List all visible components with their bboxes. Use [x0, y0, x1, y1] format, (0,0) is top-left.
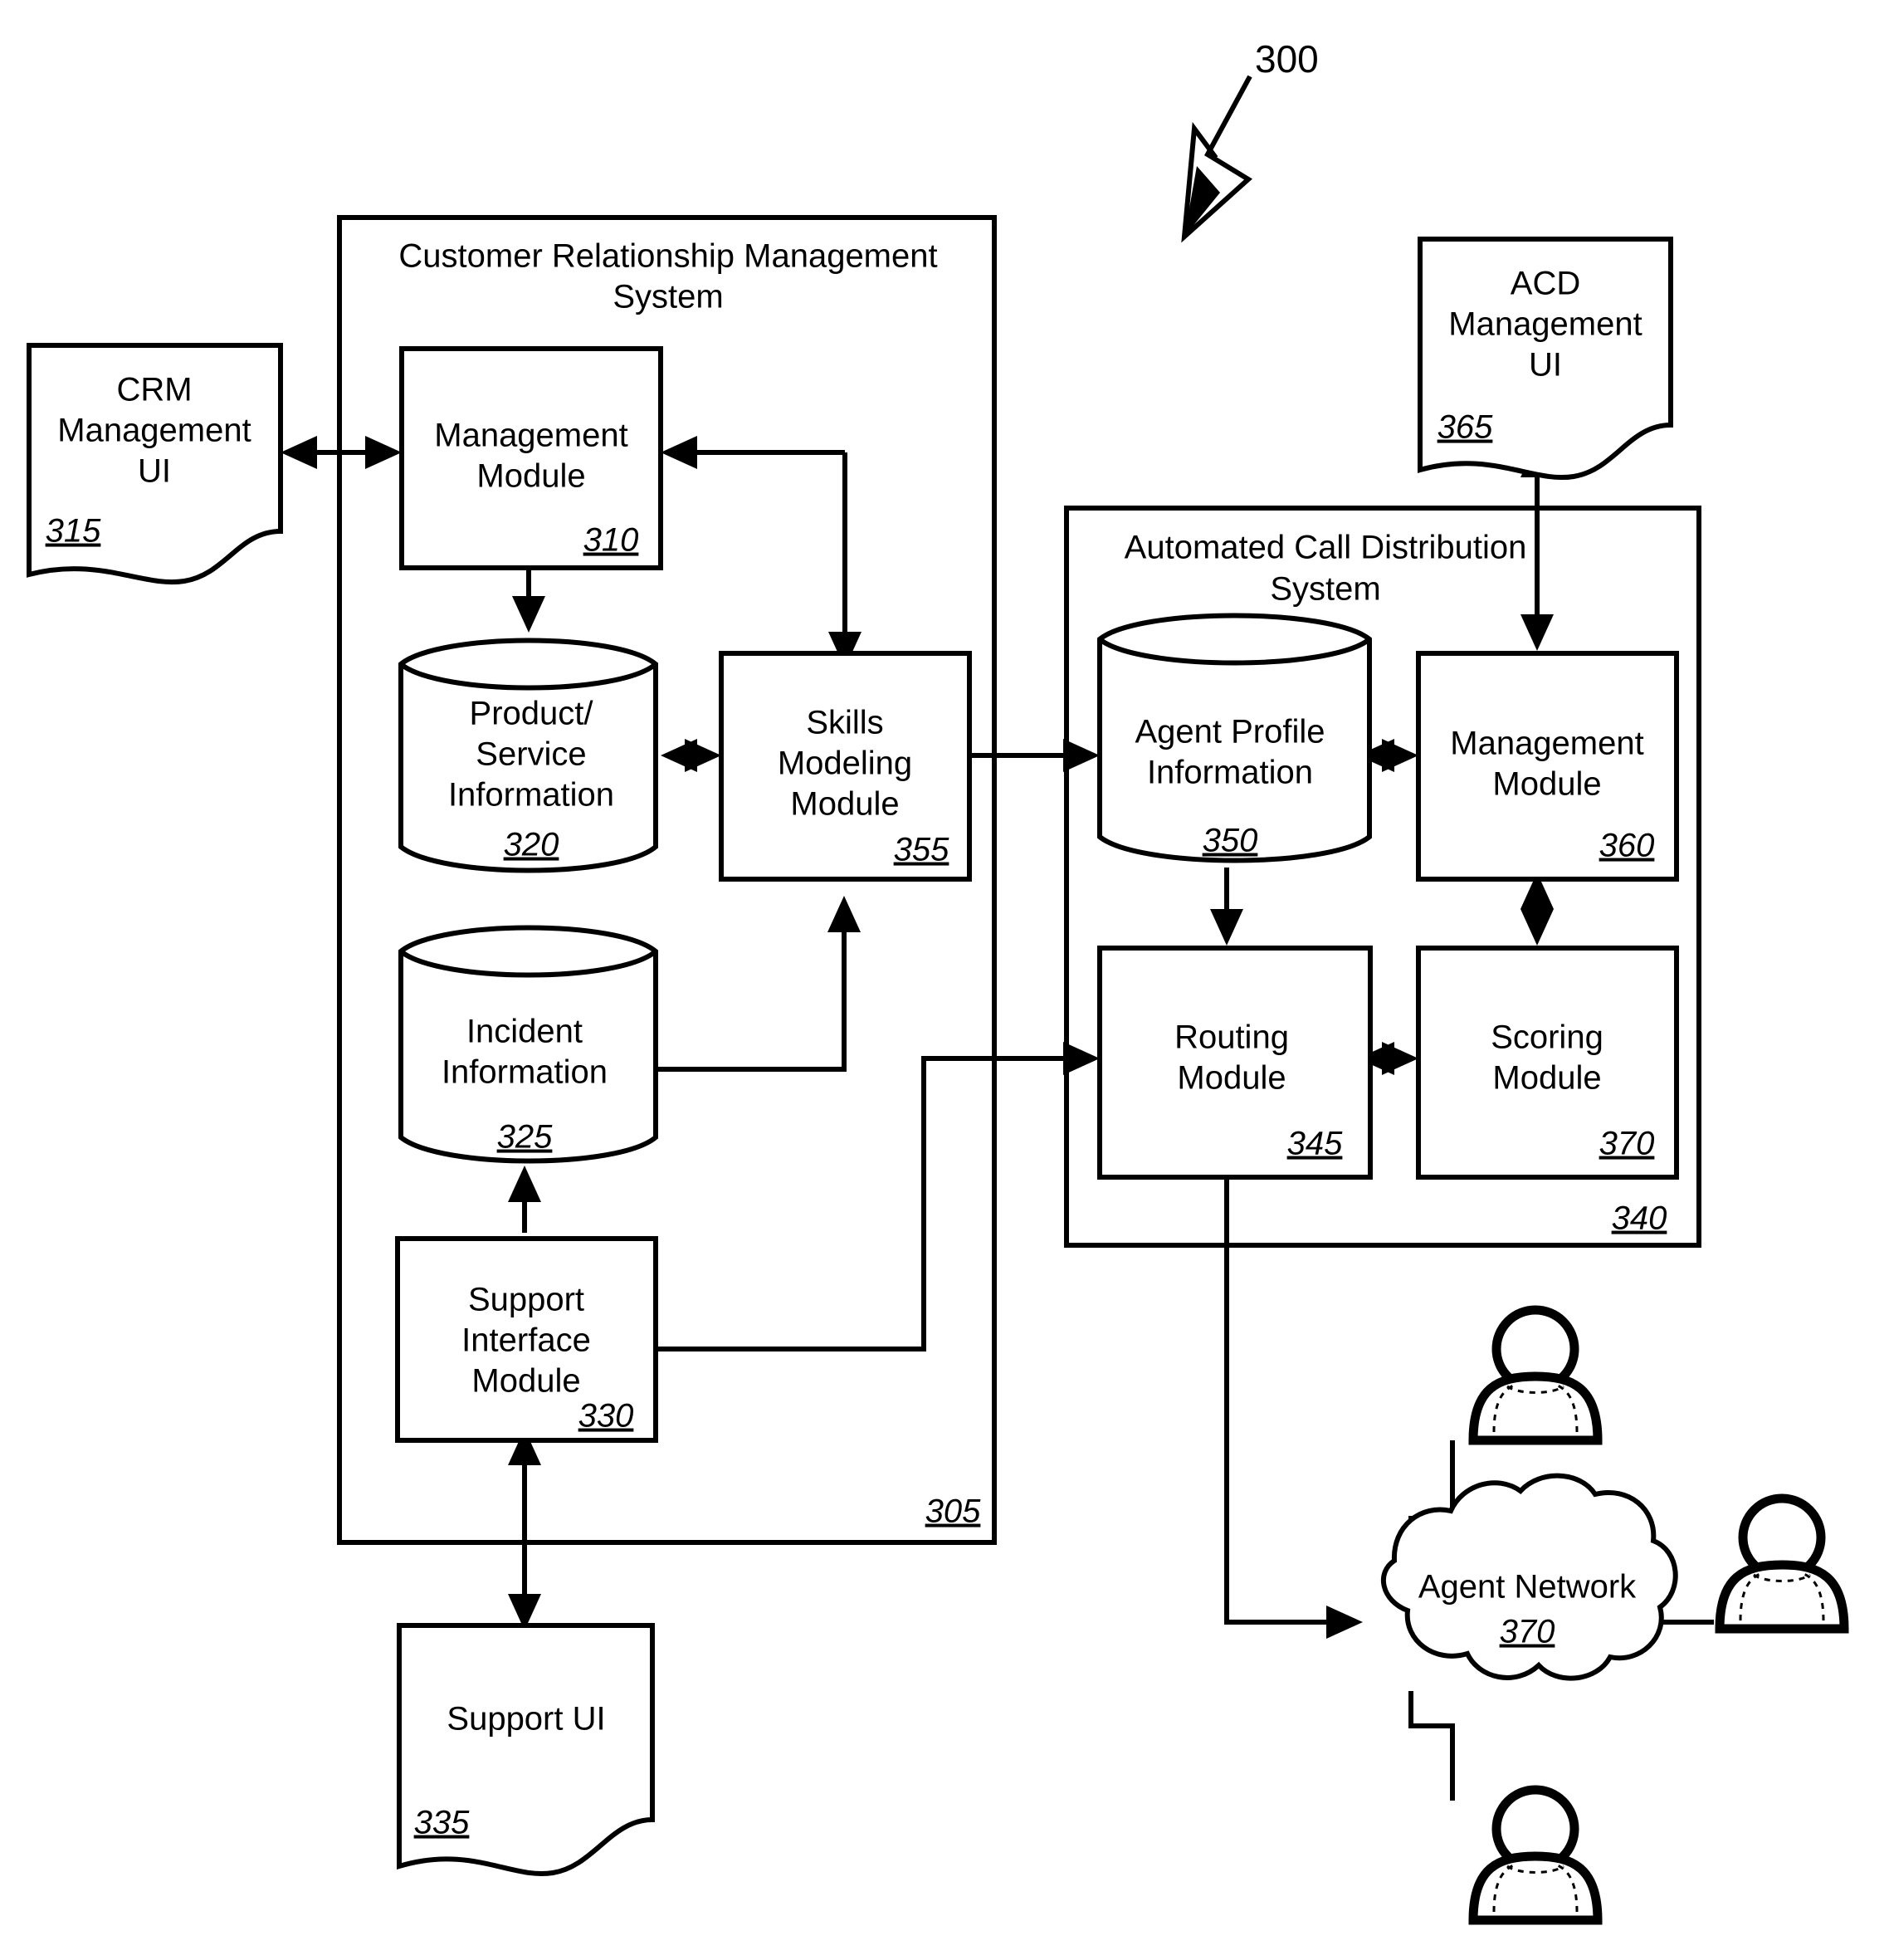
management-module-310-line2: Module — [476, 458, 585, 495]
figure-number-text: 300 — [1255, 37, 1319, 81]
scoring-module-ref: 370 — [1599, 1126, 1655, 1162]
node-scoring-module[interactable]: Scoring Module 370 — [1416, 946, 1679, 1180]
support-interface-ref: 330 — [578, 1398, 634, 1435]
support-ui-line1: Support UI — [447, 1701, 605, 1738]
incident-line1: Incident — [466, 1014, 583, 1050]
crm-system-ref: 305 — [925, 1493, 981, 1530]
figure-reference-300: 300 — [1181, 37, 1319, 243]
agent-profile-line2: Information — [1147, 755, 1313, 791]
node-skills-modeling-module[interactable]: Skills Modeling Module 355 — [719, 651, 972, 882]
acd-system-title-line2: System — [1270, 571, 1380, 608]
acd-system-ref: 340 — [1612, 1200, 1667, 1237]
acd-management-ui-line2: Management — [1448, 306, 1642, 343]
product-service-line3: Information — [448, 777, 614, 814]
management-module-310-line1: Management — [434, 418, 627, 454]
node-product-service-information[interactable]: Product/ Service Information 320 — [398, 638, 658, 873]
management-module-360-line2: Module — [1492, 766, 1601, 803]
crm-system-title-line2: System — [613, 279, 723, 315]
node-management-module-310[interactable]: Management Module 310 — [399, 346, 663, 570]
product-service-line1: Product/ — [470, 696, 594, 732]
agent-network-ref: 370 — [1500, 1614, 1555, 1650]
node-management-module-360[interactable]: Management Module 360 — [1416, 651, 1679, 882]
acd-management-ui-ref: 365 — [1437, 409, 1493, 446]
management-module-310-ref: 310 — [583, 522, 639, 559]
acd-management-ui-line1: ACD — [1511, 266, 1580, 302]
crm-management-ui-ref: 315 — [46, 513, 101, 550]
incident-ref: 325 — [497, 1119, 553, 1156]
routing-module-ref: 345 — [1287, 1126, 1343, 1162]
crm-management-ui-line3: UI — [138, 453, 171, 490]
crm-management-ui-line1: CRM — [116, 372, 192, 408]
acd-system-title-line1: Automated Call Distribution — [1125, 530, 1527, 566]
node-incident-information[interactable]: Incident Information 325 — [398, 925, 658, 1164]
agent-person-right-icon — [1715, 1493, 1849, 1634]
agent-person-bottom-icon — [1468, 1785, 1603, 1925]
crm-management-ui-line2: Management — [57, 413, 251, 449]
management-module-360-ref: 360 — [1599, 828, 1655, 864]
skills-modeling-line1: Skills — [806, 705, 883, 741]
scoring-module-line1: Scoring — [1491, 1019, 1603, 1056]
support-interface-line3: Module — [471, 1363, 580, 1400]
figure-300-diagram: 300 Customer Relationship Management Sys… — [27, 37, 1849, 1925]
node-agent-network[interactable]: Agent Network 370 — [1380, 1473, 1678, 1681]
product-service-ref: 320 — [504, 827, 559, 863]
node-routing-module[interactable]: Routing Module 345 — [1097, 946, 1373, 1180]
acd-management-ui-line3: UI — [1529, 347, 1562, 384]
node-crm-management-ui[interactable]: CRM Management UI 315 — [27, 343, 283, 585]
node-support-ui[interactable]: Support UI 335 — [397, 1623, 655, 1876]
agent-profile-line1: Agent Profile — [1135, 714, 1325, 750]
support-interface-line1: Support — [468, 1282, 584, 1318]
management-module-360-line1: Management — [1450, 726, 1643, 762]
support-interface-line2: Interface — [461, 1322, 591, 1359]
skills-modeling-line2: Modeling — [778, 745, 912, 782]
agent-person-top-icon — [1468, 1305, 1603, 1445]
node-acd-management-ui[interactable]: ACD Management UI 365 — [1418, 237, 1673, 480]
agent-profile-ref: 350 — [1203, 823, 1258, 859]
skills-modeling-ref: 355 — [894, 832, 949, 868]
node-agent-profile-information[interactable]: Agent Profile Information 350 — [1097, 613, 1372, 863]
skills-modeling-line3: Module — [790, 786, 899, 823]
arrowhead-into-agent-network — [1326, 1606, 1363, 1639]
product-service-line2: Service — [476, 736, 586, 773]
node-support-interface-module[interactable]: Support Interface Module 330 — [395, 1236, 658, 1443]
support-ui-ref: 335 — [414, 1805, 470, 1841]
routing-module-line2: Module — [1177, 1060, 1286, 1097]
scoring-module-line2: Module — [1492, 1060, 1601, 1097]
crm-system-title-line1: Customer Relationship Management — [398, 238, 937, 275]
incident-line2: Information — [442, 1054, 608, 1091]
agent-network-label: Agent Network — [1418, 1569, 1637, 1606]
routing-module-line1: Routing — [1174, 1019, 1289, 1056]
arrowhead-left — [281, 436, 317, 469]
